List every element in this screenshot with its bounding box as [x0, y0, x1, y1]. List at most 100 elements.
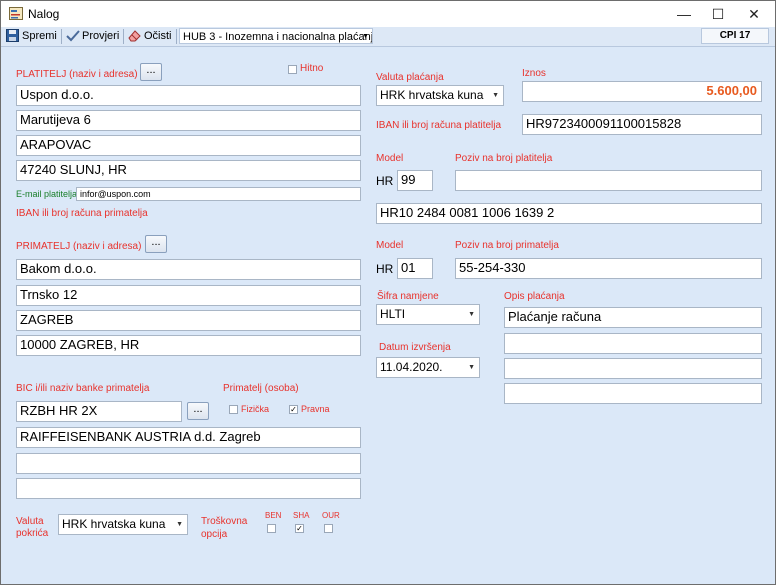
natural-person-checkbox[interactable] — [229, 405, 238, 414]
urgent-checkbox[interactable] — [288, 65, 297, 74]
description-line-2[interactable] — [504, 333, 762, 354]
toolbar: Spremi Provjeri Očisti HUB 3 - Inozemna … — [1, 27, 775, 47]
sha-checkbox[interactable]: ✓ — [295, 524, 304, 533]
close-icon: ✕ — [748, 6, 760, 22]
recipient-label: PRIMATELJ (naziv i adresa) — [16, 241, 142, 252]
chevron-down-icon: ▼ — [468, 311, 475, 318]
legal-person-label: Pravna — [301, 404, 330, 414]
payment-currency-value: HRK hrvatska kuna — [380, 88, 484, 102]
bank-name-field[interactable]: RAIFFEISENBANK AUSTRIA d.d. Zagreb — [16, 427, 361, 448]
payer-model-prefix: HR — [376, 174, 394, 188]
cost-option-label-1: Troškovna — [201, 516, 248, 527]
bic-label: BIC i/ili naziv banke primatelja — [16, 383, 150, 394]
maximize-icon: ☐ — [711, 6, 725, 22]
save-label: Spremi — [22, 30, 57, 42]
purpose-code-value: HLTI — [380, 307, 406, 321]
payer-city-field[interactable]: 47240 SLUNJ, HR — [16, 160, 361, 181]
payer-model-field[interactable]: 99 — [397, 170, 433, 191]
recipient-iban-field[interactable]: HR10 2484 0081 1006 1639 2 — [376, 203, 762, 224]
recipient-browse-button[interactable]: ... — [145, 235, 167, 253]
execution-date-picker[interactable]: 11.04.2020. ▼ — [376, 357, 480, 378]
cover-currency-label-1: Valuta — [16, 516, 44, 527]
sha-label: SHA — [293, 511, 310, 520]
payer-reference-label: Poziv na broj platitelja — [455, 153, 553, 164]
purpose-code-select[interactable]: HLTI ▼ — [376, 304, 480, 325]
form-icon — [9, 7, 23, 20]
close-button[interactable]: ✕ — [737, 1, 771, 27]
description-label: Opis plaćanja — [504, 291, 565, 302]
toolbar-separator — [123, 29, 124, 44]
execution-date-value: 11.04.2020. — [380, 360, 443, 374]
save-button[interactable]: Spremi — [6, 28, 58, 44]
payer-model-label: Model — [376, 153, 404, 164]
check-label: Provjeri — [82, 30, 120, 42]
urgent-label: Hitno — [300, 63, 324, 74]
payer-reference-field[interactable] — [455, 170, 762, 191]
recipient-model-field[interactable]: 01 — [397, 258, 433, 279]
clear-button[interactable]: Očisti — [128, 28, 174, 44]
payer-email-field[interactable]: infor@uspon.com — [76, 187, 361, 201]
purpose-code-label: Šifra namjene — [377, 291, 439, 302]
payer-email-label: E-mail platitelja — [16, 189, 78, 199]
toolbar-separator — [176, 29, 177, 44]
payment-currency-select[interactable]: HRK hrvatska kuna ▼ — [376, 85, 504, 106]
bic-field[interactable]: RZBH HR 2X — [16, 401, 182, 422]
recipient-model-label: Model — [376, 240, 404, 251]
maximize-button[interactable]: ☐ — [701, 1, 735, 27]
cover-currency-label-2: pokrića — [16, 528, 49, 539]
bank-address-field-2[interactable] — [16, 478, 361, 499]
recipient-reference-field[interactable]: 55-254-330 — [455, 258, 762, 279]
recipient-reference-label: Poziv na broj primatelja — [455, 240, 559, 251]
recipient-iban-label: IBAN ili broj računa primatelja — [16, 208, 148, 219]
window-title: Nalog — [28, 7, 60, 21]
description-line-4[interactable] — [504, 383, 762, 404]
amount-field[interactable]: 5.600,00 — [522, 81, 762, 102]
recipient-city-field[interactable]: 10000 ZAGREB, HR — [16, 335, 361, 356]
payer-browse-button[interactable]: ... — [140, 63, 162, 81]
payer-name-field[interactable]: Uspon d.o.o. — [16, 85, 361, 106]
chevron-down-icon: ▼ — [468, 364, 475, 371]
cpi-badge: CPI 17 — [701, 28, 769, 44]
bank-address-field-1[interactable] — [16, 453, 361, 474]
description-line-3[interactable] — [504, 358, 762, 379]
check-icon — [66, 30, 80, 42]
title-bar: Nalog — ☐ ✕ — [1, 1, 775, 27]
ben-label: BEN — [265, 511, 282, 520]
recipient-model-prefix: HR — [376, 262, 394, 276]
our-checkbox[interactable] — [324, 524, 333, 533]
chevron-down-icon: ▼ — [492, 92, 499, 99]
payment-order-window: Nalog — ☐ ✕ Spremi Provjeri Očisti HUB 3… — [0, 0, 776, 585]
hub-type-value: HUB 3 - Inozemna i nacionalna plaćanja — [183, 31, 373, 43]
our-label: OUR — [322, 511, 340, 520]
check-button[interactable]: Provjeri — [66, 28, 120, 44]
minimize-icon: — — [677, 6, 691, 22]
minimize-button[interactable]: — — [667, 1, 701, 27]
payer-place-field[interactable]: ARAPOVAC — [16, 135, 361, 156]
chevron-down-icon: ▼ — [362, 33, 369, 40]
recipient-type-label: Primatelj (osoba) — [223, 383, 299, 394]
description-line-1[interactable]: Plaćanje računa — [504, 307, 762, 328]
payer-iban-label: IBAN ili broj računa platitelja — [376, 120, 502, 131]
floppy-disk-icon — [6, 29, 19, 42]
legal-person-checkbox[interactable]: ✓ — [289, 405, 298, 414]
toolbar-separator — [61, 29, 62, 44]
chevron-down-icon: ▼ — [176, 521, 183, 528]
bank-browse-button[interactable]: ... — [187, 402, 209, 420]
ben-checkbox[interactable] — [267, 524, 276, 533]
amount-label: Iznos — [522, 68, 546, 79]
payer-label: PLATITELJ (naziv i adresa) — [16, 69, 138, 80]
recipient-name-field[interactable]: Bakom d.o.o. — [16, 259, 361, 280]
payer-iban-field[interactable]: HR9723400091100015828 — [522, 114, 762, 135]
recipient-address-field[interactable]: Trnsko 12 — [16, 285, 361, 306]
eraser-icon — [128, 30, 141, 42]
payer-address-field[interactable]: Marutijeva 6 — [16, 110, 361, 131]
clear-label: Očisti — [144, 30, 172, 42]
execution-date-label: Datum izvršenja — [379, 342, 451, 353]
payment-currency-label: Valuta plaćanja — [376, 72, 444, 83]
recipient-place-field[interactable]: ZAGREB — [16, 310, 361, 331]
cover-currency-select[interactable]: HRK hrvatska kuna ▼ — [58, 514, 188, 535]
natural-person-label: Fizička — [241, 404, 270, 414]
hub-type-select[interactable]: HUB 3 - Inozemna i nacionalna plaćanja ▼ — [179, 28, 373, 44]
cost-option-label-2: opcija — [201, 529, 228, 540]
cover-currency-value: HRK hrvatska kuna — [62, 517, 166, 531]
